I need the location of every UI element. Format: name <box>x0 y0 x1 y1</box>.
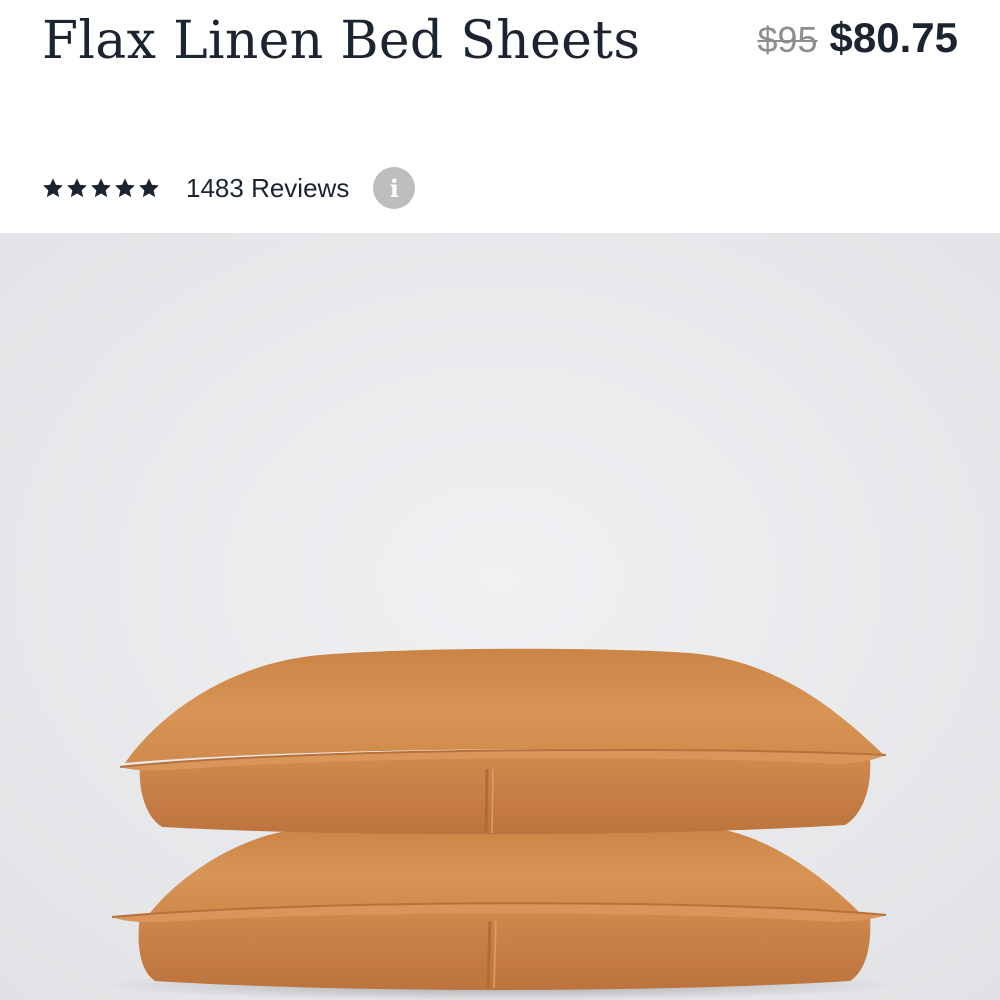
star-icon <box>139 178 159 198</box>
star-icon <box>115 178 135 198</box>
product-image <box>0 233 1000 1000</box>
price-block: $95 $80.75 <box>757 14 958 62</box>
star-icon <box>67 178 87 198</box>
top-pillow <box>119 648 887 835</box>
star-icon <box>91 178 111 198</box>
star-rating <box>42 177 160 199</box>
product-title: Flax Linen Bed Sheets <box>42 11 641 71</box>
sale-price: $80.75 <box>829 14 958 61</box>
reviews-link[interactable]: 1483 Reviews <box>186 173 349 204</box>
original-price: $95 <box>757 19 818 60</box>
rating-row: 1483 Reviews i <box>42 165 416 211</box>
bottom-pillow <box>111 827 887 990</box>
product-page: Flax Linen Bed Sheets $95 $80.75 1483 Re… <box>0 0 1000 1000</box>
star-icon <box>43 178 63 198</box>
info-icon[interactable]: i <box>373 167 416 209</box>
